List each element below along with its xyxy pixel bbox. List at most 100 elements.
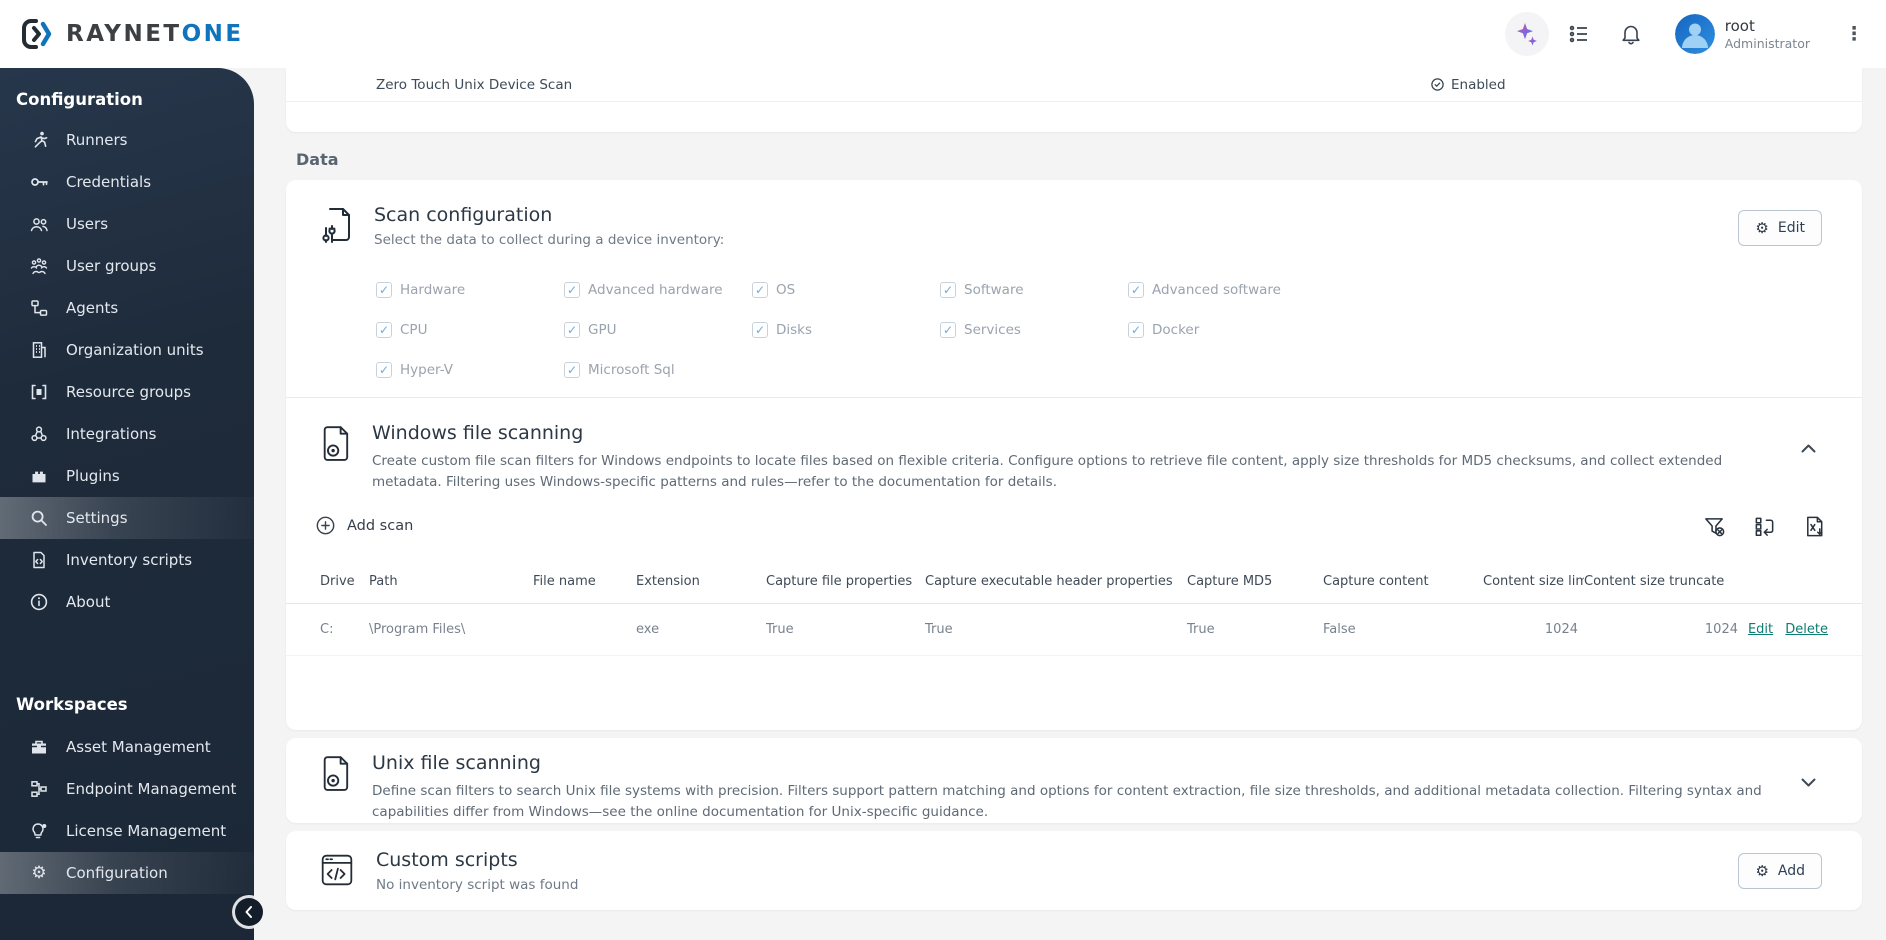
excel-export-icon xyxy=(1806,516,1823,536)
user-avatar[interactable] xyxy=(1674,14,1715,54)
edit-row-link[interactable]: Edit xyxy=(1748,622,1773,637)
section-heading-data: Data xyxy=(296,150,339,169)
license-icon xyxy=(28,820,50,842)
gear-icon: ⚙ xyxy=(1755,218,1769,237)
column-header[interactable]: Capture executable header properties xyxy=(925,574,1187,589)
reset-columns-button[interactable] xyxy=(1752,514,1776,538)
checked-box-icon: ✓ xyxy=(940,322,956,338)
add-scan-button[interactable]: Add scan xyxy=(316,516,413,535)
search-icon xyxy=(28,507,50,529)
sidebar-item-runners[interactable]: Runners xyxy=(0,119,254,161)
sidebar-collapse-button[interactable] xyxy=(235,898,263,926)
building-icon xyxy=(28,339,50,361)
sidebar-item-label: About xyxy=(66,593,111,611)
column-header[interactable]: File name xyxy=(533,574,636,589)
user-groups-icon xyxy=(28,255,50,277)
column-header[interactable]: Path xyxy=(369,574,533,589)
add-custom-script-button[interactable]: ⚙ Add xyxy=(1738,853,1822,889)
sidebar-item-credentials[interactable]: Credentials xyxy=(0,161,254,203)
checkbox-gpu[interactable]: ✓ GPU xyxy=(564,320,752,340)
checkbox-advanced-software[interactable]: ✓ Advanced software xyxy=(1128,280,1316,300)
terminal-icon xyxy=(321,854,353,886)
sidebar-item-asset-management[interactable]: Asset Management xyxy=(0,726,254,768)
column-header[interactable]: Capture file properties xyxy=(766,574,925,589)
user-menu[interactable]: root Administrator xyxy=(1725,17,1810,51)
sidebar-item-user-groups[interactable]: User groups xyxy=(0,245,254,287)
logo-mark-icon xyxy=(22,19,52,49)
sidebar-item-label: Settings xyxy=(66,509,128,527)
logo-wordmark: RAYNETONE xyxy=(66,21,244,47)
sidebar-item-license-management[interactable]: License Management xyxy=(0,810,254,852)
resource-groups-icon xyxy=(28,381,50,403)
sidebar-item-label: Endpoint Management xyxy=(66,780,237,798)
app-window: RAYNETONE root Administrator ⋮ Configura… xyxy=(0,0,1886,940)
table-header-row: Drive Path File name Extension Capture f… xyxy=(286,560,1862,604)
checkbox-disks[interactable]: ✓ Disks xyxy=(752,320,940,340)
check-circle-icon xyxy=(1431,78,1444,91)
column-header[interactable]: Content size limit xyxy=(1483,574,1584,589)
checked-box-icon: ✓ xyxy=(564,322,580,338)
main-content: Zero Touch Unix Device Scan Enabled Data xyxy=(254,68,1886,940)
export-excel-button[interactable] xyxy=(1802,514,1826,538)
sidebar-item-label: Resource groups xyxy=(66,383,191,401)
notifications-button[interactable] xyxy=(1609,12,1653,56)
checkbox-hardware[interactable]: ✓ Hardware xyxy=(376,280,564,300)
file-search-icon xyxy=(323,756,349,791)
unix-file-scanning-card: Unix file scanning Define scan filters t… xyxy=(286,738,1862,823)
checkbox-services[interactable]: ✓ Services xyxy=(940,320,1128,340)
section-title: Unix file scanning xyxy=(372,752,541,774)
header-actions: root Administrator ⋮ xyxy=(1504,12,1864,56)
column-header[interactable]: Capture MD5 xyxy=(1187,574,1323,589)
user-role: Administrator xyxy=(1724,35,1810,51)
sidebar-item-integrations[interactable]: Integrations xyxy=(0,413,254,455)
expand-section-button[interactable] xyxy=(1796,770,1820,794)
column-header[interactable]: Content size truncate xyxy=(1584,574,1744,589)
sidebar-item-about[interactable]: About xyxy=(0,581,254,623)
raynet-one-logo[interactable]: RAYNETONE xyxy=(20,16,244,52)
collapse-section-button[interactable] xyxy=(1796,436,1820,460)
checkbox-software[interactable]: ✓ Software xyxy=(940,280,1128,300)
edit-scan-config-button[interactable]: ⚙ Edit xyxy=(1738,210,1822,246)
checked-box-icon: ✓ xyxy=(376,282,392,298)
scan-filters-table: Drive Path File name Extension Capture f… xyxy=(286,560,1862,656)
ai-assistant-button[interactable] xyxy=(1504,12,1549,56)
setting-row-zero-touch: Zero Touch Unix Device Scan Enabled xyxy=(286,68,1862,102)
more-options-button[interactable]: ⋮ xyxy=(1844,23,1864,45)
sidebar-item-label: Plugins xyxy=(66,467,120,485)
sidebar-item-users[interactable]: Users xyxy=(0,203,254,245)
chevron-down-icon xyxy=(1801,778,1815,786)
checkbox-hyper-v[interactable]: ✓ Hyper-V xyxy=(376,360,564,380)
plus-circle-icon xyxy=(316,516,335,535)
checked-box-icon: ✓ xyxy=(1128,322,1144,338)
chevron-left-icon xyxy=(245,906,252,918)
windows-file-scanning-section: Windows file scanning Create custom file… xyxy=(286,398,1862,730)
sidebar-item-organization-units[interactable]: Organization units xyxy=(0,329,254,371)
clear-filter-button[interactable] xyxy=(1702,514,1726,538)
sidebar-item-configuration[interactable]: ⚙ Configuration xyxy=(0,852,254,894)
checkbox-os[interactable]: ✓ OS xyxy=(752,280,940,300)
column-header[interactable]: Capture content xyxy=(1323,574,1483,589)
sidebar-item-plugins[interactable]: Plugins xyxy=(0,455,254,497)
section-description: Create custom file scan filters for Wind… xyxy=(372,453,1723,490)
checkbox-cpu[interactable]: ✓ CPU xyxy=(376,320,564,340)
sidebar: Configuration Runners Credentials Users … xyxy=(0,68,263,940)
script-file-icon xyxy=(28,549,50,571)
sidebar-item-label: Asset Management xyxy=(66,738,211,756)
sidebar-item-inventory-scripts[interactable]: Inventory scripts xyxy=(0,539,254,581)
sidebar-item-resource-groups[interactable]: Resource groups xyxy=(0,371,254,413)
column-header[interactable]: Extension xyxy=(636,574,766,589)
checkbox-microsoft-sql[interactable]: ✓ Microsoft Sql xyxy=(564,360,752,380)
cell-capture-file-properties: True xyxy=(766,622,794,637)
sidebar-item-settings[interactable]: Settings xyxy=(0,497,254,539)
task-list-button[interactable] xyxy=(1557,12,1601,56)
list-icon xyxy=(1569,25,1587,43)
sidebar-item-endpoint-management[interactable]: Endpoint Management xyxy=(0,768,254,810)
column-header[interactable]: Drive xyxy=(320,574,369,589)
sidebar-item-agents[interactable]: Agents xyxy=(0,287,254,329)
delete-row-link[interactable]: Delete xyxy=(1785,622,1828,637)
gear-icon: ⚙ xyxy=(31,863,47,883)
checkbox-advanced-hardware[interactable]: ✓ Advanced hardware xyxy=(564,280,752,300)
top-header: RAYNETONE root Administrator ⋮ xyxy=(0,0,1886,68)
checkbox-docker[interactable]: ✓ Docker xyxy=(1128,320,1316,340)
scan-data-checkbox-grid: ✓ Hardware ✓ Advanced hardware ✓ OS ✓ Softwa… xyxy=(376,280,1316,380)
